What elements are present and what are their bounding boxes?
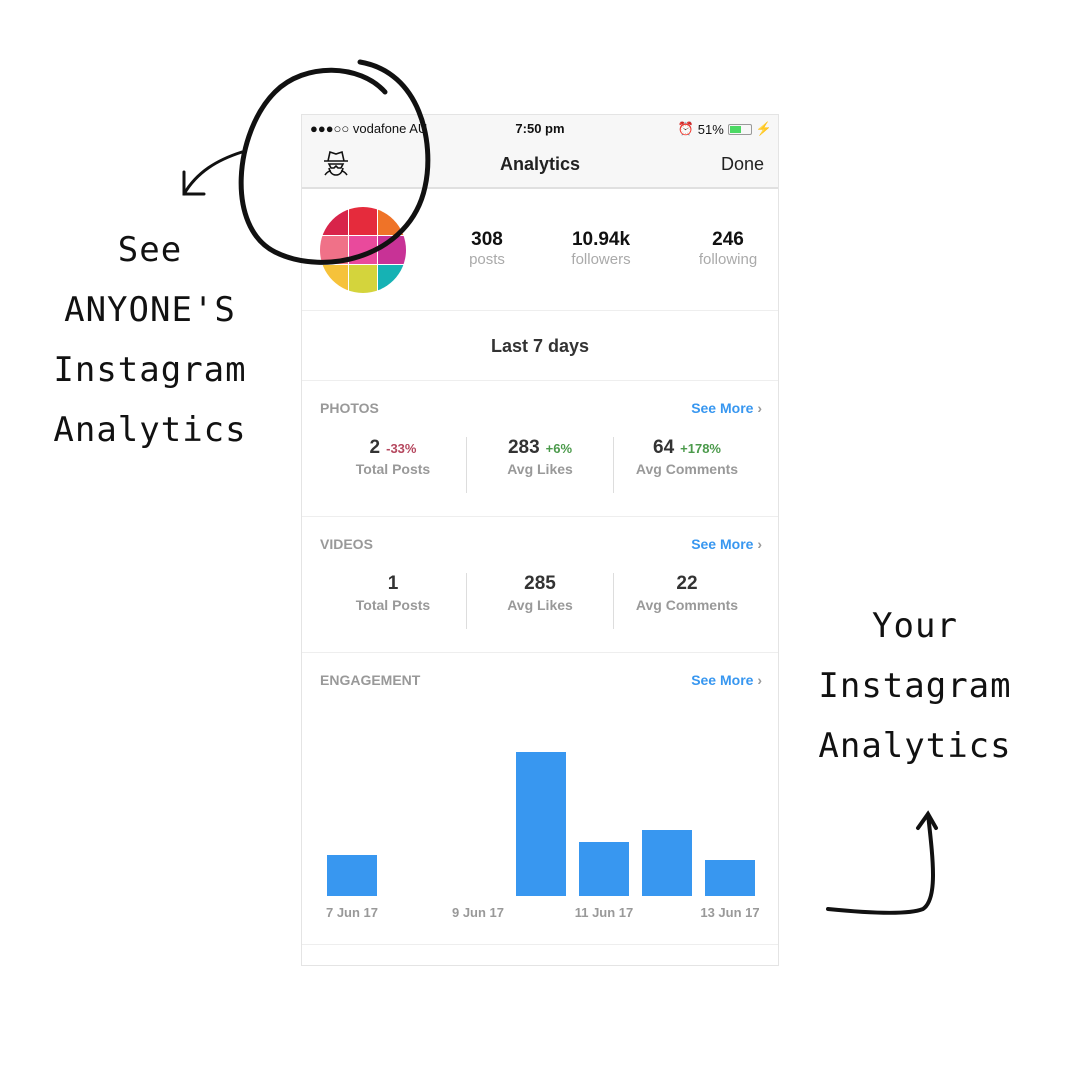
chevron-right-icon: ›	[757, 536, 762, 552]
avatar-tile	[378, 265, 406, 293]
posts-label: posts	[469, 251, 505, 268]
videos-avg-likes: 285 Avg Likes	[466, 573, 613, 629]
chevron-right-icon: ›	[757, 400, 762, 416]
photos-total-posts: 2 -33% Total Posts	[355, 437, 431, 477]
videos-section: VIDEOS See More › 1 Total Posts 285 Avg Li…	[302, 517, 778, 653]
engagement-section: ENGAGEMENT See More › 7 Jun 17 9 Jun 17 11…	[302, 653, 778, 945]
photos-avg-comments: 64 +178% Avg Comments	[613, 437, 760, 493]
followers-stat: 10.94k followers	[546, 229, 656, 269]
avatar-tile	[378, 207, 406, 235]
following-stat: 246 following	[673, 229, 783, 269]
bar-11-Jun-17	[579, 842, 629, 896]
followers-count: 10.94k	[571, 229, 631, 250]
bar-10-Jun-17	[516, 752, 566, 896]
avatar-tile	[349, 265, 377, 293]
battery-percent: 51%	[697, 121, 724, 137]
photos-section: PHOTOS See More › 2 -33% Total Posts 283 +6…	[302, 381, 778, 517]
following-count: 246	[712, 229, 744, 250]
posts-count: 308	[471, 229, 503, 250]
videos-see-more[interactable]: See More ›	[691, 536, 762, 552]
profile-header: 308 posts 10.94k followers 246 following	[302, 189, 778, 311]
videos-avg-comments: 22 Avg Comments	[613, 573, 760, 629]
right-arrow	[826, 810, 938, 915]
right-annotation: Your Instagram Analytics	[818, 606, 1012, 766]
page-title: Analytics	[499, 154, 581, 174]
section-title: PHOTOS	[320, 400, 379, 416]
x-tick-label: 7 Jun 17	[326, 905, 378, 920]
done-button[interactable]: Done	[721, 154, 764, 175]
left-annotation: See ANYONE'S Instagram Analytics	[53, 230, 247, 450]
followers-label: followers	[571, 251, 631, 268]
avatar-tile	[378, 236, 406, 264]
avatar-tile	[320, 236, 348, 264]
avatar-tile	[320, 265, 348, 293]
videos-total-posts: 1 Total Posts	[355, 573, 431, 613]
avatar-tile	[349, 207, 377, 235]
change-badge: -33%	[386, 441, 417, 456]
x-tick-label: 13 Jun 17	[700, 905, 759, 920]
x-tick-label: 9 Jun 17	[452, 905, 504, 920]
bar-12-Jun-17	[642, 830, 692, 896]
charging-icon: ⚡	[755, 121, 772, 136]
avatar-tile	[320, 207, 348, 235]
photos-avg-likes: 283 +6% Avg Likes	[466, 437, 613, 493]
photos-see-more[interactable]: See More ›	[691, 400, 762, 416]
bar-7-Jun-17	[327, 855, 377, 896]
left-arrow	[182, 150, 244, 196]
bar-13-Jun-17	[705, 860, 755, 896]
following-label: following	[698, 251, 758, 268]
alarm-icon: ⏰	[677, 121, 694, 136]
engagement-chart: 7 Jun 17 9 Jun 17 11 Jun 17 13 Jun 17	[326, 752, 760, 920]
status-bar: ●●●○○ vodafone AU 7:50 pm ⏰ 51% ⚡	[302, 115, 778, 141]
avatar	[320, 207, 406, 293]
change-badge: +178%	[680, 441, 721, 456]
battery-icon	[727, 123, 752, 135]
phone-screen: ●●●○○ vodafone AU 7:50 pm ⏰ 51% ⚡ Analytic…	[301, 114, 779, 966]
posts-stat: 308 posts	[432, 229, 542, 269]
avatar-tile	[349, 236, 377, 264]
date-range: Last 7 days	[302, 311, 778, 381]
nav-bar: Analytics Done	[302, 141, 778, 189]
x-tick-label: 11 Jun 17	[575, 905, 634, 920]
section-title: VIDEOS	[320, 536, 373, 552]
change-badge: +6%	[545, 441, 573, 456]
